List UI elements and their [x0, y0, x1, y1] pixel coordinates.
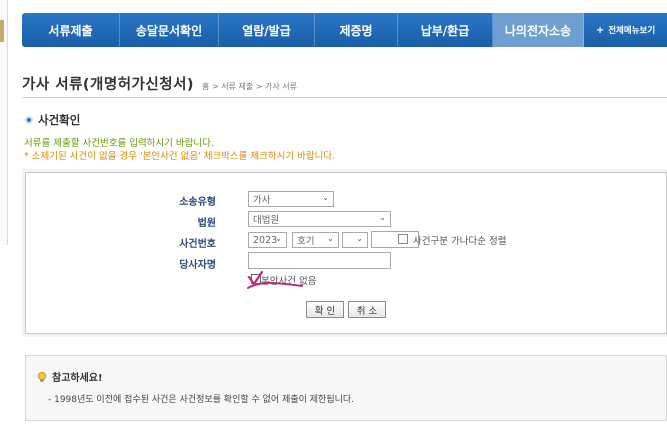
case-year-value: 2023 — [253, 234, 278, 246]
case-type-select[interactable]: 가사 ⌄ — [248, 191, 334, 207]
case-year-select[interactable]: 2023 ⌄ — [248, 232, 287, 248]
sort-checkbox[interactable] — [398, 234, 408, 244]
chevron-down-icon: ⌄ — [327, 234, 334, 243]
section-title: 사건확인 — [25, 112, 80, 128]
case-code-select[interactable]: 호기 ⌄ — [292, 232, 339, 248]
header-divider — [22, 97, 667, 98]
nav-item-document-submit[interactable]: 서류제출 — [22, 13, 120, 47]
notice-title-text: 참고하세요! — [52, 373, 103, 384]
page-header: 가사 서류(개명허가신청서) 홈 > 서류 제출 > 가사 서류 — [22, 73, 297, 94]
nav-item-certificates[interactable]: 제증명 — [315, 13, 398, 47]
no-case-checkbox-label: 본안사건 없음 — [261, 276, 317, 287]
section-note: * 소제기된 사건이 없을 경우 '본안사건 없음' 체크박스를 체크하시기 바… — [24, 151, 336, 162]
bullet-icon — [25, 116, 33, 124]
chevron-down-icon: ⌄ — [356, 234, 363, 243]
court-select[interactable]: 대법원 ⌄ — [248, 211, 391, 227]
case-code-value: 호기 — [297, 236, 315, 247]
case-serial-input[interactable] — [371, 231, 419, 248]
case-type-value: 가사 — [253, 195, 271, 206]
case-code-input[interactable]: ⌄ — [342, 232, 368, 248]
left-panel-marker — [0, 20, 4, 42]
chevron-down-icon: ⌄ — [379, 213, 386, 222]
section-description: 서류를 제출할 사건번호를 입력하시기 바랍니다. — [24, 138, 214, 149]
notice-box: 참고하세요! - 1998년도 이전에 접수된 사건은 사건정보를 확인할 수 … — [25, 355, 667, 421]
left-panel-edge — [0, 0, 8, 245]
case-confirm-form: 소송유형 가사 ⌄ 법원 대법원 ⌄ 사건번호 2023 ⌄ 호기 ⌄ ⌄ 사건… — [25, 172, 667, 334]
all-menu-button[interactable]: + 전체메뉴보기 — [584, 13, 667, 47]
party-name-label: 당사자명 — [179, 260, 216, 271]
nav-item-my-e-litigation[interactable]: 나의전자소송 — [493, 13, 584, 47]
section-title-text: 사건확인 — [38, 113, 81, 127]
court-value: 대법원 — [253, 215, 280, 226]
lightbulb-icon — [38, 371, 46, 382]
sort-checkbox-label: 사건구분 가나다순 정렬 — [413, 236, 507, 247]
chevron-down-icon: ⌄ — [322, 193, 329, 202]
case-number-label: 사건번호 — [179, 239, 216, 250]
notice-text: - 1998년도 이전에 접수된 사건은 사건정보를 확인할 수 없어 제출이 … — [48, 395, 355, 405]
top-navigation: 서류제출 송달문서확인 열람/발급 제증명 납부/환급 나의전자소송 + 전체메… — [22, 13, 667, 47]
breadcrumb: 홈 > 서류 제출 > 가사 서류 — [202, 82, 297, 91]
page-title: 가사 서류(개명허가신청서) — [22, 77, 195, 93]
no-case-checkbox[interactable] — [251, 274, 261, 284]
notice-title: 참고하세요! — [36, 369, 103, 384]
nav-item-service-check[interactable]: 송달문서확인 — [120, 13, 219, 47]
case-type-label: 소송유형 — [179, 197, 216, 208]
nav-item-payment-refund[interactable]: 납부/환급 — [398, 13, 493, 47]
plus-icon: + — [595, 24, 605, 36]
court-label: 법원 — [197, 218, 216, 229]
cancel-button[interactable]: 취 소 — [348, 301, 386, 318]
nav-item-view-issue[interactable]: 열람/발급 — [219, 13, 315, 47]
party-name-input[interactable] — [248, 252, 391, 269]
chevron-down-icon: ⌄ — [275, 234, 282, 243]
confirm-button[interactable]: 확 인 — [306, 301, 344, 318]
all-menu-label: 전체메뉴보기 — [608, 26, 656, 36]
